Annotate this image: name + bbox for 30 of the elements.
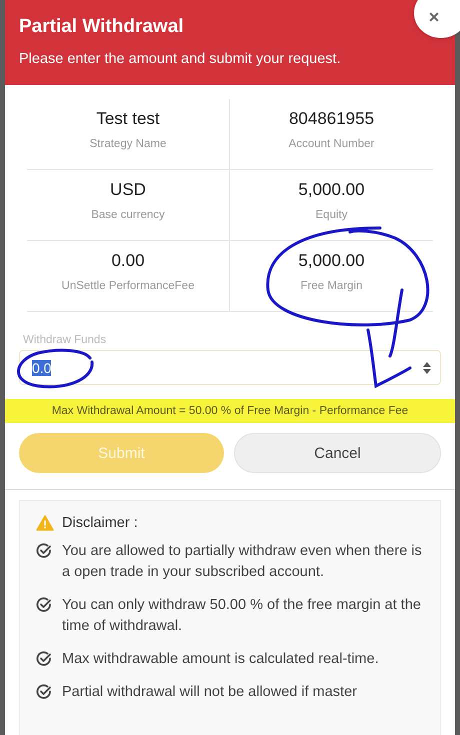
warning-icon	[36, 515, 54, 531]
cancel-button[interactable]: Cancel	[234, 433, 441, 473]
info-label: Equity	[316, 209, 348, 221]
check-circle-icon	[36, 651, 52, 667]
info-value: 0.00	[111, 251, 145, 271]
check-circle-icon	[36, 543, 52, 559]
max-amount-note: Max Withdrawal Amount = 50.00 % of Free Margin - Performance Fee	[5, 399, 455, 423]
info-label: Account Number	[288, 138, 374, 150]
info-value: 5,000.00	[298, 251, 365, 271]
field-label: Withdraw Funds	[23, 334, 108, 346]
disclaimer-item: You can only withdraw 50.00 % of the free margin at the time of withdrawal.	[62, 596, 422, 636]
spinner-icon[interactable]	[422, 360, 432, 374]
info-value: 5,000.00	[298, 180, 365, 200]
check-circle-icon	[36, 684, 52, 700]
disclaimer-item: Max withdrawable amount is calculated real-time.	[62, 650, 379, 669]
info-label: Strategy Name	[90, 138, 166, 150]
info-value: Test test	[96, 109, 160, 129]
check-circle-icon	[36, 597, 52, 613]
info-value: 804861955	[288, 109, 374, 129]
dialog-title: Partial Withdrawal	[19, 16, 184, 38]
info-value: USD	[110, 180, 146, 200]
disclaimer-title: Disclaimer :	[62, 515, 138, 531]
info-label: UnSettle PerformanceFee	[62, 280, 194, 292]
disclaimer-item: Partial withdrawal will not be allowed if master	[62, 683, 357, 702]
disclaimer-item: You are allowed to partially withdraw even when there is a open trade in your subscribed account.	[62, 542, 423, 582]
info-label: Free Margin	[300, 280, 362, 292]
info-label: Base currency	[91, 209, 165, 221]
withdraw-input-field[interactable]: 0.0	[19, 350, 441, 385]
close-button[interactable]: ×	[414, 0, 460, 38]
dialog-subtitle: Please enter the amount and submit your request.	[19, 51, 342, 67]
